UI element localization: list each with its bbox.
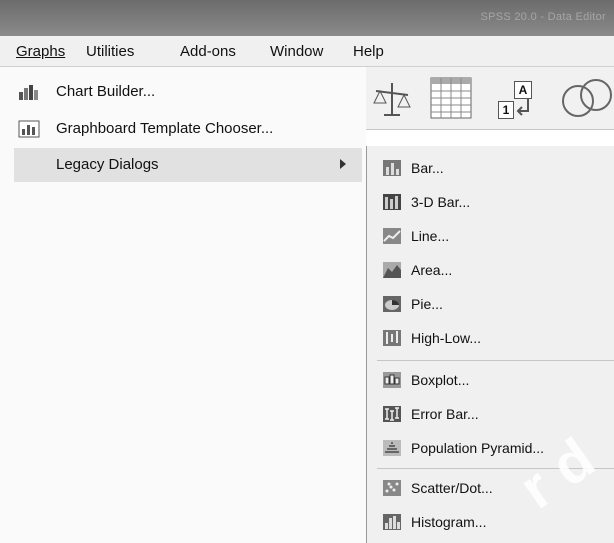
window-title-bar: SPSS 20.0 - Data Editor <box>0 0 614 36</box>
submenu-arrow-icon <box>340 159 346 169</box>
scatter-dot-icon <box>383 480 401 496</box>
venn-circles-icon[interactable] <box>560 79 614 119</box>
boxplot-label: Boxplot... <box>411 372 470 388</box>
population-pyramid-label: Population Pyramid... <box>411 440 545 456</box>
high-low-label: High-Low... <box>411 330 482 346</box>
area-label: Area... <box>411 262 453 278</box>
submenu-item-3d-bar[interactable]: 3-D Bar... <box>377 188 614 218</box>
value-labels-number: 1 <box>498 101 514 119</box>
menu-addons[interactable]: Add-ons <box>180 43 236 60</box>
menu-item-legacy-dialogs[interactable]: Legacy Dialogs <box>14 148 362 182</box>
error-bar-icon <box>383 406 401 422</box>
menu-graphs[interactable]: Graphs <box>16 43 65 60</box>
histogram-icon <box>383 514 401 530</box>
chart-builder-label: Chart Builder... <box>56 83 156 100</box>
window-title: SPSS 20.0 - Data Editor <box>480 11 606 23</box>
chart-builder-icon <box>19 85 38 100</box>
submenu-item-area[interactable]: Area... <box>377 256 614 286</box>
submenu-item-error-bar[interactable]: Error Bar... <box>377 400 614 430</box>
submenu-separator <box>377 360 614 361</box>
toolbar: A 1 <box>366 67 614 130</box>
pie-chart-icon <box>383 296 401 312</box>
menu-item-graphboard-template-chooser[interactable]: Graphboard Template Chooser... <box>14 112 362 146</box>
bar-chart-icon <box>383 160 401 176</box>
boxplot-icon <box>383 372 401 388</box>
menu-help[interactable]: Help <box>353 43 384 60</box>
histogram-label: Histogram... <box>411 514 487 530</box>
pie-label: Pie... <box>411 296 443 312</box>
submenu-item-histogram[interactable]: Histogram... <box>377 508 614 538</box>
graphboard-icon <box>18 120 40 138</box>
bar-label: Bar... <box>411 160 444 176</box>
graphboard-label: Graphboard Template Chooser... <box>56 120 274 137</box>
data-grid-icon[interactable] <box>430 77 472 119</box>
3d-bar-label: 3-D Bar... <box>411 194 471 210</box>
submenu-item-line[interactable]: Line... <box>377 222 614 252</box>
menu-window[interactable]: Window <box>270 43 323 60</box>
menu-item-chart-builder[interactable]: Chart Builder... <box>14 75 362 109</box>
balance-scale-icon[interactable] <box>372 81 412 119</box>
area-chart-icon <box>383 262 401 278</box>
error-bar-label: Error Bar... <box>411 406 479 422</box>
line-chart-icon <box>383 228 401 244</box>
menu-utilities[interactable]: Utilities <box>86 43 134 60</box>
arrow-icon <box>516 99 529 116</box>
scatter-dot-label: Scatter/Dot... <box>411 480 493 496</box>
submenu-item-boxplot[interactable]: Boxplot... <box>377 366 614 396</box>
high-low-icon <box>383 330 401 346</box>
legacy-dialogs-label: Legacy Dialogs <box>56 156 159 173</box>
bar-3d-icon <box>383 194 401 210</box>
value-labels-letter: A <box>514 81 532 99</box>
submenu-item-pie[interactable]: Pie... <box>377 290 614 320</box>
population-pyramid-icon <box>383 440 401 456</box>
menu-bar: Graphs Utilities Add-ons Window Help <box>0 36 614 67</box>
value-labels-icon[interactable]: A 1 <box>498 81 538 123</box>
line-label: Line... <box>411 228 450 244</box>
submenu-item-high-low[interactable]: High-Low... <box>377 324 614 354</box>
submenu-item-bar[interactable]: Bar... <box>377 154 614 184</box>
